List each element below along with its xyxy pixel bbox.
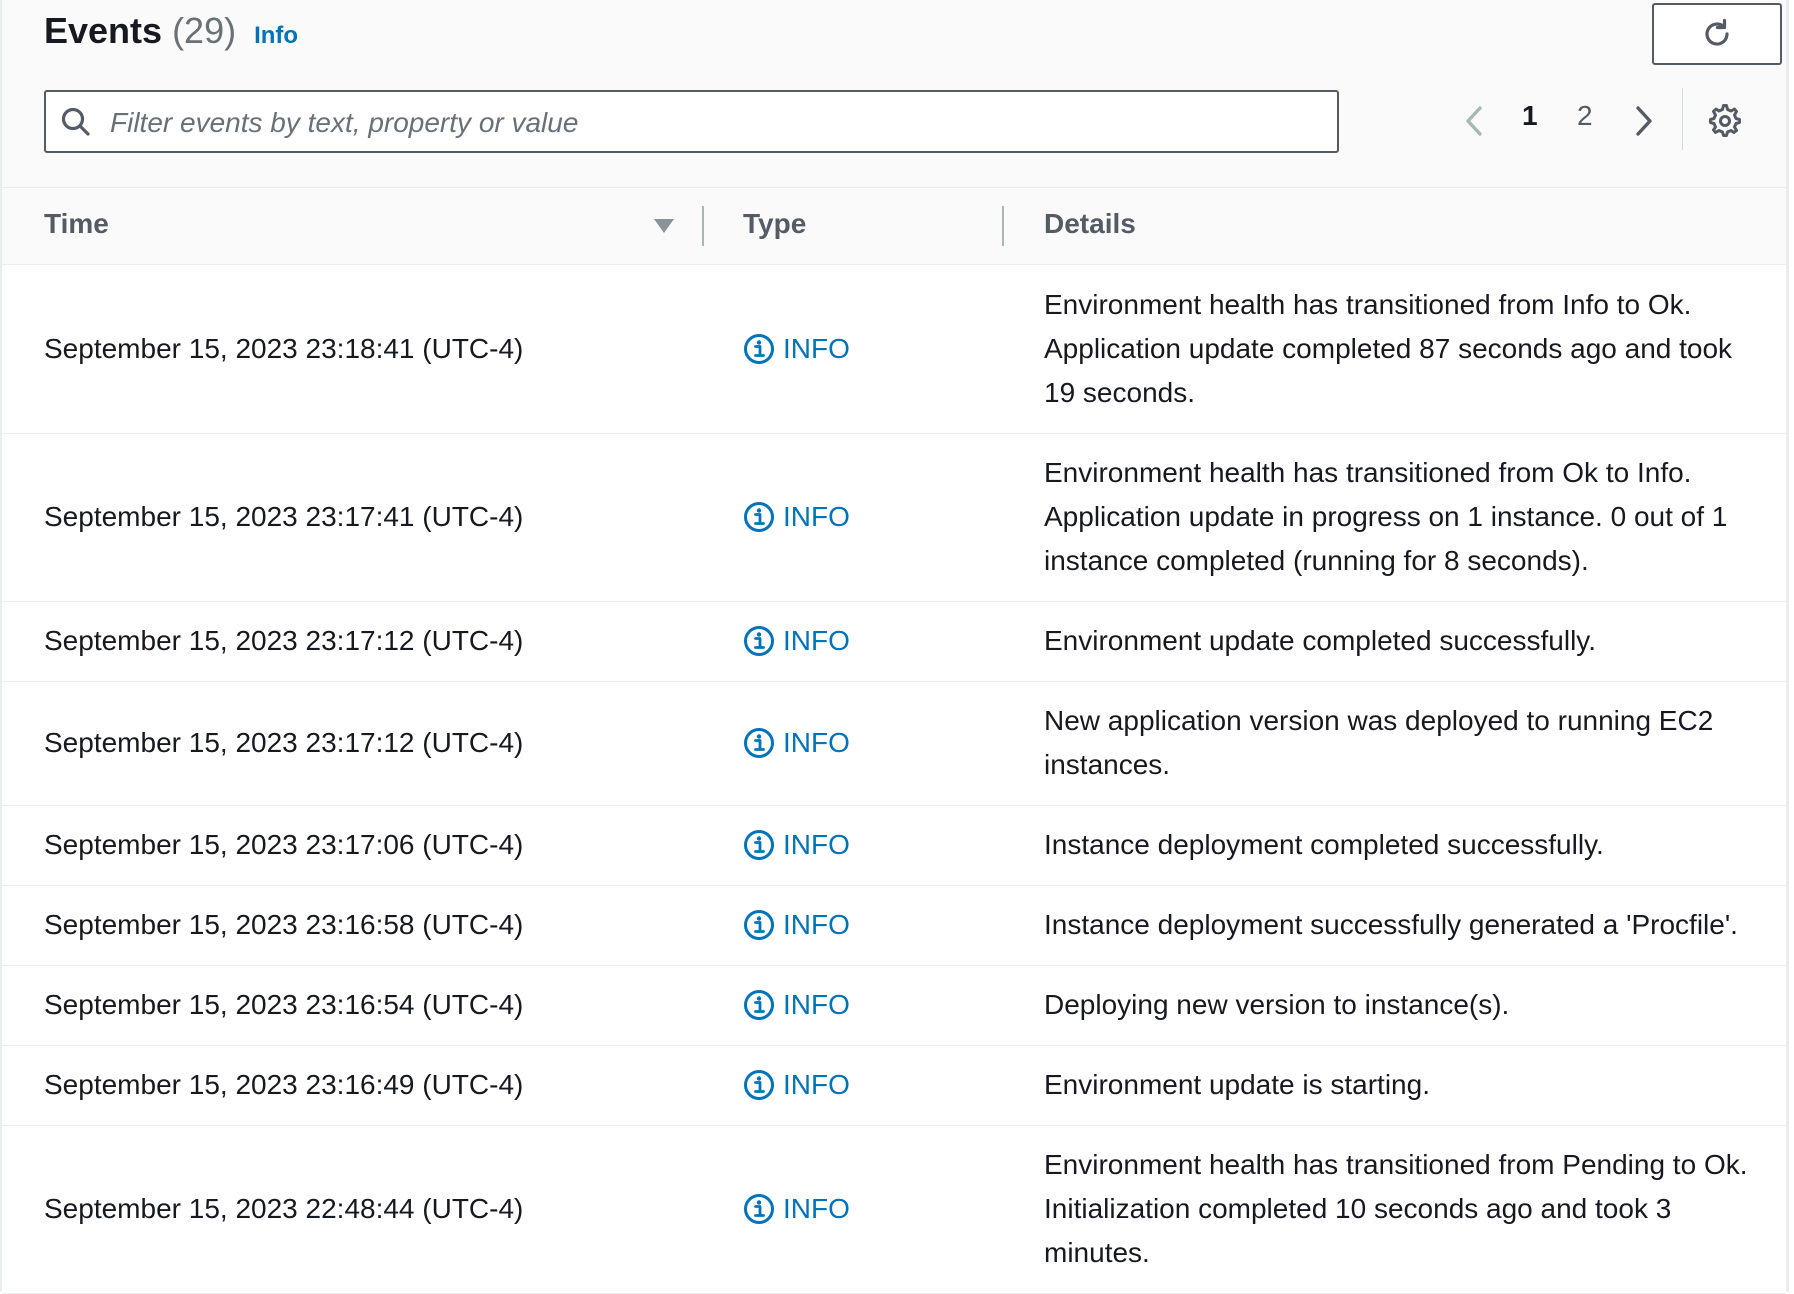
event-time: September 15, 2023 23:16:49 (UTC-4) (44, 1069, 524, 1100)
table-row: September 15, 2023 23:17:12 (UTC-4) INFO E… (2, 601, 1786, 682)
event-details: Instance deployment successfully generat… (1044, 909, 1738, 940)
chevron-right-icon[interactable] (1632, 104, 1656, 138)
event-time: September 15, 2023 23:17:12 (UTC-4) (44, 727, 524, 758)
event-details: Environment update completed successfull… (1044, 625, 1596, 656)
event-details: Environment update is starting. (1044, 1069, 1430, 1100)
events-header: Events (29) Info 1 2 (2, 0, 1786, 188)
event-type-label: INFO (783, 909, 850, 940)
event-type: INFO (743, 805, 850, 885)
events-count: (29) (172, 10, 237, 51)
refresh-icon (1705, 18, 1729, 46)
event-type: INFO (743, 1125, 850, 1293)
table-row: September 15, 2023 23:18:41 (UTC-4) INFO E… (2, 265, 1786, 434)
info-circle-icon (743, 989, 775, 1021)
event-time: September 15, 2023 23:16:54 (UTC-4) (44, 989, 524, 1020)
info-circle-icon (743, 1069, 775, 1101)
event-type: INFO (743, 601, 850, 681)
event-details: Environment health has transitioned from… (1044, 289, 1733, 408)
event-type: INFO (743, 885, 850, 965)
table-row: September 15, 2023 23:17:12 (UTC-4) INFO N… (2, 681, 1786, 806)
info-circle-icon (743, 501, 775, 533)
event-time: September 15, 2023 23:17:41 (UTC-4) (44, 501, 524, 532)
page-2-button[interactable]: 2 (1577, 100, 1593, 132)
table-header: Time Type Details (2, 188, 1786, 265)
event-details: New application version was deployed to … (1044, 705, 1714, 780)
event-type-label: INFO (783, 625, 850, 656)
table-row: September 15, 2023 22:48:44 (UTC-4) INFO E… (2, 1125, 1786, 1294)
search-input[interactable] (108, 92, 1322, 153)
event-time: September 15, 2023 22:48:44 (UTC-4) (44, 1193, 524, 1224)
info-link[interactable]: Info (254, 22, 298, 50)
search-field[interactable] (44, 90, 1339, 153)
event-type-label: INFO (783, 829, 850, 860)
info-circle-icon (743, 1193, 775, 1225)
event-type: INFO (743, 433, 850, 601)
event-time: September 15, 2023 23:17:06 (UTC-4) (44, 829, 524, 860)
event-type-label: INFO (783, 727, 850, 758)
event-details: Environment health has transitioned from… (1044, 457, 1728, 576)
event-type: INFO (743, 265, 850, 433)
table-row: September 15, 2023 23:16:49 (UTC-4) INFO E… (2, 1045, 1786, 1126)
column-header-type[interactable]: Type (743, 208, 806, 240)
chevron-left-icon[interactable] (1462, 104, 1486, 138)
refresh-button[interactable] (1652, 3, 1782, 65)
column-header-details[interactable]: Details (1044, 208, 1136, 240)
table-row: September 15, 2023 23:16:58 (UTC-4) INFO I… (2, 885, 1786, 966)
info-circle-icon (743, 909, 775, 941)
gear-icon[interactable] (1708, 104, 1742, 138)
column-resizer[interactable] (702, 206, 704, 246)
event-type: INFO (743, 681, 850, 805)
event-details: Deploying new version to instance(s). (1044, 989, 1510, 1020)
info-circle-icon (743, 625, 775, 657)
column-resizer[interactable] (1002, 206, 1004, 246)
event-type-label: INFO (783, 333, 850, 364)
pager-divider (1682, 88, 1683, 150)
column-header-time[interactable]: Time (44, 208, 109, 240)
event-time: September 15, 2023 23:18:41 (UTC-4) (44, 333, 524, 364)
event-time: September 15, 2023 23:17:12 (UTC-4) (44, 625, 524, 656)
event-type: INFO (743, 965, 850, 1045)
info-circle-icon (743, 727, 775, 759)
event-type-label: INFO (783, 989, 850, 1020)
sort-descending-icon[interactable] (653, 218, 675, 234)
table-row: September 15, 2023 23:16:54 (UTC-4) INFO D… (2, 965, 1786, 1046)
event-time: September 15, 2023 23:16:58 (UTC-4) (44, 909, 524, 940)
info-circle-icon (743, 333, 775, 365)
page-title: Events (44, 10, 163, 51)
event-type-label: INFO (783, 1069, 850, 1100)
title-row: Events (29) Info (44, 10, 298, 52)
event-type: INFO (743, 1045, 850, 1125)
search-icon (61, 107, 90, 136)
event-type-label: INFO (783, 1193, 850, 1224)
event-details: Instance deployment completed successful… (1044, 829, 1604, 860)
page-1-button[interactable]: 1 (1522, 100, 1538, 132)
events-panel: Events (29) Info 1 2 (0, 0, 1789, 1294)
event-type-label: INFO (783, 501, 850, 532)
info-circle-icon (743, 829, 775, 861)
table-row: September 15, 2023 23:17:41 (UTC-4) INFO E… (2, 433, 1786, 602)
event-details: Environment health has transitioned from… (1044, 1149, 1748, 1268)
table-row: September 15, 2023 23:17:06 (UTC-4) INFO I… (2, 805, 1786, 886)
